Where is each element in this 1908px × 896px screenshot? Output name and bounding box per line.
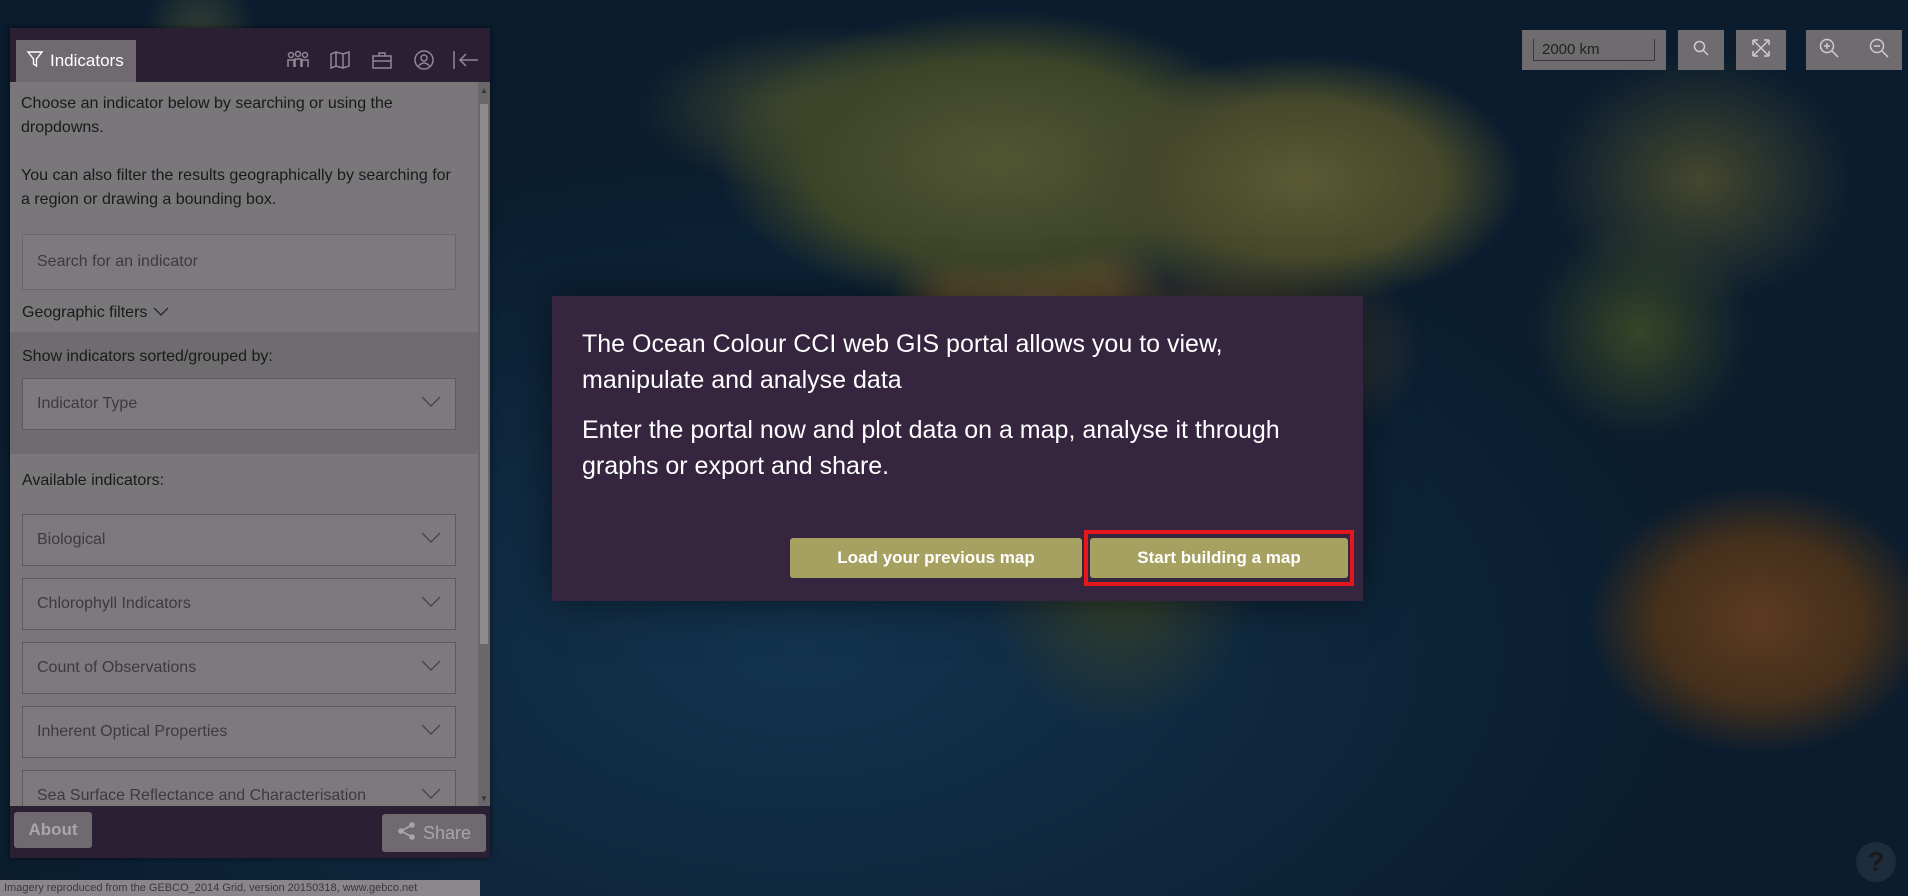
fullscreen-icon (1750, 37, 1772, 64)
indicator-group-label: Count of Observations (37, 659, 197, 676)
chevron-down-icon (147, 304, 169, 322)
share-icon (397, 821, 423, 846)
fullscreen-button[interactable] (1736, 30, 1786, 70)
panel-scrollbar[interactable]: ▲ ▼ (478, 82, 490, 806)
indicator-group-inherent-optical[interactable]: Inherent Optical Properties (22, 706, 456, 758)
scroll-up-arrow-icon[interactable]: ▲ (478, 84, 490, 96)
sort-dropdown[interactable]: Indicator Type (22, 378, 456, 430)
geographic-filters-toggle[interactable]: Geographic filters (22, 304, 169, 322)
scroll-thumb[interactable] (480, 104, 488, 644)
indicators-panel: Indicators Choose an indicator below by … (10, 28, 490, 858)
zoom-out-button[interactable] (1856, 30, 1902, 70)
scroll-down-arrow-icon[interactable]: ▼ (478, 792, 490, 804)
zoom-controls (1806, 30, 1902, 70)
people-icon[interactable] (284, 46, 312, 74)
chevron-down-icon (421, 723, 441, 741)
intro-paragraph-2: You can also filter the results geograph… (21, 167, 451, 208)
share-button[interactable]: Share (382, 814, 486, 852)
panel-body: Choose an indicator below by searching o… (10, 82, 478, 806)
load-previous-map-button[interactable]: Load your previous map (790, 538, 1082, 578)
zoom-out-icon (1868, 37, 1890, 64)
zoom-in-icon (1818, 37, 1840, 64)
search-placeholder: Search for an indicator (37, 253, 198, 270)
chevron-down-icon (421, 395, 441, 413)
zoom-in-button[interactable] (1806, 30, 1852, 70)
user-icon[interactable] (410, 46, 438, 74)
share-label: Share (422, 822, 472, 843)
modal-text: The Ocean Colour CCI web GIS portal allo… (582, 326, 1342, 498)
indicator-group-chlorophyll[interactable]: Chlorophyll Indicators (22, 578, 456, 630)
tab-indicators[interactable]: Indicators (16, 40, 136, 82)
welcome-modal: The Ocean Colour CCI web GIS portal allo… (552, 296, 1363, 601)
panel-footer: About Share (10, 806, 490, 858)
start-building-map-button[interactable]: Start building a map (1090, 538, 1348, 578)
sort-label: Show indicators sorted/grouped by: (22, 348, 273, 365)
indicator-group-biological[interactable]: Biological (22, 514, 456, 566)
indicator-group-count-of-observations[interactable]: Count of Observations (22, 642, 456, 694)
intro-text: Choose an indicator below by searching o… (21, 92, 461, 236)
sort-dropdown-value: Indicator Type (37, 395, 138, 412)
indicator-group-label: Biological (37, 531, 106, 548)
chevron-down-icon (421, 531, 441, 549)
about-button[interactable]: About (14, 812, 92, 848)
geographic-filters-label: Geographic filters (22, 304, 148, 321)
help-button[interactable]: ? (1856, 842, 1896, 882)
scale-label: 2000 km (1533, 39, 1655, 61)
briefcase-icon[interactable] (368, 46, 396, 74)
scale-bar: 2000 km (1522, 30, 1666, 70)
map-icon[interactable] (326, 46, 354, 74)
sort-section: Show indicators sorted/grouped by: Indic… (10, 332, 478, 454)
available-indicators-label: Available indicators: (22, 472, 165, 489)
modal-line-2: Enter the portal now and plot data on a … (582, 416, 1280, 480)
indicator-group-sea-surface[interactable]: Sea Surface Reflectance and Characterisa… (22, 770, 456, 806)
indicator-group-label: Inherent Optical Properties (37, 723, 228, 740)
chevron-down-icon (421, 659, 441, 677)
map-attribution: Imagery reproduced from the GEBCO_2014 G… (0, 880, 480, 896)
indicator-search-input[interactable]: Search for an indicator (22, 234, 456, 290)
chevron-down-icon (421, 595, 441, 613)
tab-indicators-label: Indicators (50, 51, 124, 70)
map-search-button[interactable] (1678, 30, 1724, 70)
modal-line-1: The Ocean Colour CCI web GIS portal allo… (582, 330, 1223, 394)
collapse-icon[interactable] (452, 46, 480, 74)
indicator-group-label: Sea Surface Reflectance and Characterisa… (37, 787, 367, 804)
indicator-group-label: Chlorophyll Indicators (37, 595, 191, 612)
search-icon (1692, 39, 1710, 62)
chevron-down-icon (421, 787, 441, 805)
panel-header: Indicators (10, 28, 490, 82)
intro-paragraph-1: Choose an indicator below by searching o… (21, 95, 393, 136)
filter-icon (26, 50, 50, 73)
